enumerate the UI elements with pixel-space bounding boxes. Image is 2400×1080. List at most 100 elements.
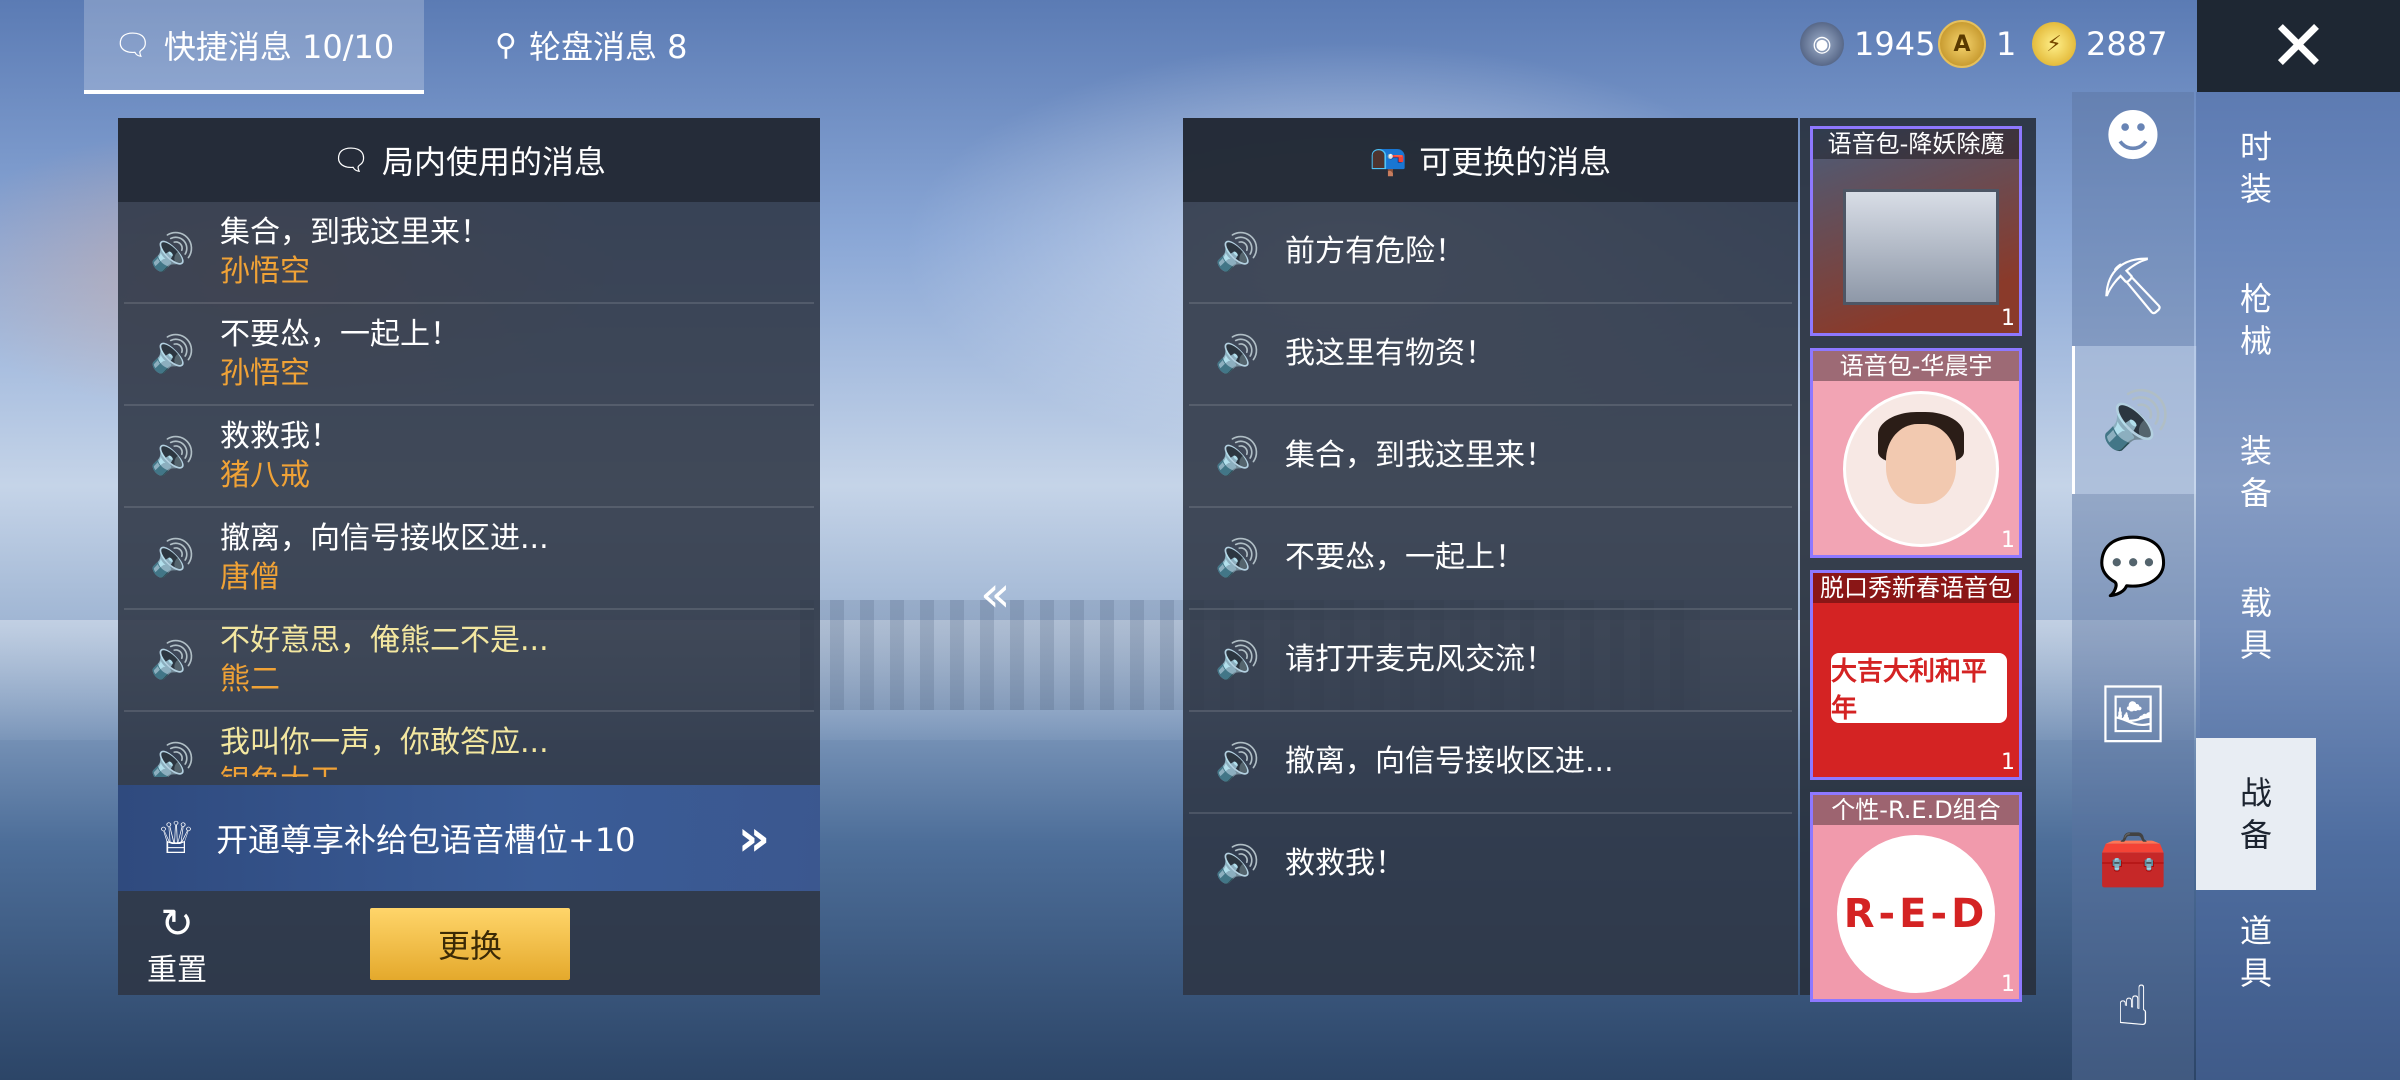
gold-coin-icon: ⚡ <box>2032 22 2076 66</box>
reset-button[interactable]: ↻ 重置 <box>142 903 212 989</box>
voice-slot-promo-banner[interactable]: ♕ 开通尊享补给包语音槽位+10 » <box>118 785 820 891</box>
list-item[interactable]: 🔊 不好意思，俺熊二不是... 熊二 <box>124 610 814 712</box>
list-item[interactable]: 🔊 前方有危险！ <box>1189 202 1792 304</box>
spray-can-icon[interactable]: 🧰 <box>2072 786 2194 934</box>
list-item[interactable]: 🔊 救救我！ <box>1189 814 1792 914</box>
voice-pack-card[interactable]: R-E-D 个性-R.E.D组合 1 <box>1810 792 2022 1002</box>
list-item[interactable]: 🔊 救救我！ 猪八戒 <box>124 406 814 508</box>
message-text: 我这里有物资！ <box>1285 336 1495 371</box>
currency-silver: ◉ 1945 <box>1800 18 1935 70</box>
list-item[interactable]: 🔊 撤离，向信号接收区进... <box>1189 712 1792 814</box>
message-source: 孙悟空 <box>220 356 310 391</box>
speaker-icon[interactable]: 🔊 <box>150 639 220 681</box>
location-pin-icon: ⚲ <box>495 27 517 63</box>
tab-quick-messages[interactable]: 🗨 快捷消息 10/10 <box>84 0 424 94</box>
sidebar-item-items[interactable]: 道具 <box>2196 876 2316 1028</box>
message-text: 撤离，向信号接收区进... <box>1285 744 1614 779</box>
message-source: 孙悟空 <box>220 254 310 289</box>
top-bar: 🗨 快捷消息 10/10 ⚲ 轮盘消息 8 ◉ 1945 A 1 ⚡ 2887 <box>0 0 2195 94</box>
message-text: 救救我！ <box>220 419 340 454</box>
pack-title: 语音包-降妖除魔 <box>1813 129 2019 159</box>
pack-count: 1 <box>2001 306 2015 331</box>
panel-title: 局内使用的消息 <box>382 143 607 181</box>
voice-pack-card[interactable]: 语音包-华晨宇 1 <box>1810 348 2022 558</box>
list-item[interactable]: 🔊 不要怂，一起上！ <box>1189 508 1792 610</box>
list-item[interactable]: 🔊 我这里有物资！ <box>1189 304 1792 406</box>
silver-coin-icon: ◉ <box>1800 22 1844 66</box>
voice-pack-card[interactable]: 语音包-降妖除魔 1 <box>1810 126 2022 336</box>
list-item[interactable]: 🔊 撤离，向信号接收区进... 唐僧 <box>124 508 814 610</box>
message-source: 唐僧 <box>220 560 280 595</box>
tab-label: 轮盘消息 8 <box>528 28 688 66</box>
emote-face-icon[interactable]: ☻ <box>2072 62 2194 210</box>
message-text: 前方有危险！ <box>1285 234 1465 269</box>
speaker-icon[interactable]: 🔊 <box>150 333 220 375</box>
sidebar-item-vehicles[interactable]: 载具 <box>2196 548 2316 700</box>
tap-gesture-icon[interactable]: ☝ <box>2072 932 2194 1080</box>
helmet-icon[interactable]: ⛏ <box>2072 212 2194 360</box>
reset-label: 重置 <box>147 953 207 988</box>
crown-icon: ♕ <box>156 812 196 864</box>
new-year-logo: 大吉大利和平年 <box>1831 653 2007 724</box>
list-item[interactable]: 🔊 不要怂，一起上！ 孙悟空 <box>124 304 814 406</box>
replaceable-messages-panel: 📭 可更换的消息 🔊 前方有危险！ 🔊 我这里有物资！ 🔊 集合，到我这里来！ … <box>1183 118 1798 995</box>
message-source: 银角大王 <box>220 763 549 777</box>
message-text: 不要怂，一起上！ <box>220 317 460 352</box>
swap-label: 更换 <box>437 927 502 965</box>
panel-title: 可更换的消息 <box>1419 143 1612 181</box>
red-group-logo: R-E-D <box>1837 835 1995 993</box>
speaker-icon[interactable]: 🔊 <box>1215 435 1285 477</box>
promo-text: 开通尊享补给包语音槽位+10 <box>216 821 636 859</box>
speaker-icon[interactable]: 🔊 <box>1215 639 1285 681</box>
message-stack-icon: 📭 <box>1369 142 1408 178</box>
speaker-icon[interactable]: 🔊 <box>1215 843 1285 885</box>
speaker-icon[interactable]: 🔊 <box>150 231 220 273</box>
message-text: 我叫你一声，你敢答应... <box>220 725 549 760</box>
speaker-icon[interactable]: 🔊 <box>1215 333 1285 375</box>
chat-face-icon[interactable]: 💬 <box>2072 492 2194 640</box>
message-source: 熊二 <box>220 662 280 697</box>
message-text: 集合，到我这里来！ <box>220 215 490 250</box>
close-icon: ✕ <box>2269 5 2328 87</box>
in-game-messages-panel: 🗨 局内使用的消息 🔊 集合，到我这里来！ 孙悟空 🔊 不要怂，一起上！ 孙悟空… <box>118 118 820 995</box>
message-text: 不要怂，一起上！ <box>1285 540 1525 575</box>
voice-pack-card[interactable]: 大吉大利和平年 脱口秀新春语音包 1 <box>1810 570 2022 780</box>
sidebar-item-readiness[interactable]: 战备 <box>2196 738 2316 890</box>
message-text: 集合，到我这里来！ <box>1285 438 1555 473</box>
chat-bubble-icon: 🗨 <box>331 142 371 178</box>
speaker-icon[interactable]: 🔊 <box>150 741 220 777</box>
sidebar-item-weapons[interactable]: 枪械 <box>2196 244 2316 396</box>
sidebar-item-equipment[interactable]: 装备 <box>2196 396 2316 548</box>
message-text: 请打开麦克风交流！ <box>1285 642 1555 677</box>
speaker-icon[interactable]: 🔊 <box>1215 537 1285 579</box>
tab-wheel-messages[interactable]: ⚲ 轮盘消息 8 <box>495 0 688 90</box>
double-chevron-right-icon: » <box>737 809 770 867</box>
category-sidebar: 时装 枪械 装备 载具 战备 道具 <box>2196 92 2400 1080</box>
list-item[interactable]: 🔊 请打开麦克风交流！ <box>1189 610 1792 712</box>
gallery-icon[interactable]: 🖼 <box>2072 640 2194 788</box>
supply-case-image <box>1843 189 1999 305</box>
pack-title: 个性-R.E.D组合 <box>1813 795 2019 825</box>
list-item[interactable]: 🔊 集合，到我这里来！ 孙悟空 <box>124 202 814 304</box>
swap-button[interactable]: 更换 <box>370 908 570 980</box>
voice-pack-list: 语音包-降妖除魔 1 语音包-华晨宇 1 大吉大利和平年 脱口秀新春语音包 1 … <box>1800 118 2036 1002</box>
pack-count: 1 <box>2001 750 2015 775</box>
speaker-icon[interactable]: 🔊 <box>1215 231 1285 273</box>
pack-title: 脱口秀新春语音包 <box>1813 573 2019 603</box>
currency-value: 2887 <box>2086 25 2168 63</box>
message-text: 撤离，向信号接收区进... <box>220 521 549 556</box>
double-chevron-left-icon[interactable]: « <box>980 565 1011 623</box>
speaker-icon[interactable]: 🔊 <box>1215 741 1285 783</box>
list-item[interactable]: 🔊 集合，到我这里来！ <box>1189 406 1792 508</box>
portrait-image <box>1843 391 1999 547</box>
gold-medal-icon: A <box>1938 20 1986 68</box>
voice-speaker-icon[interactable]: 🔊 <box>2072 346 2197 494</box>
chat-bubble-icon: 🗨 <box>113 27 152 63</box>
message-list[interactable]: 🔊 集合，到我这里来！ 孙悟空 🔊 不要怂，一起上！ 孙悟空 🔊 救救我！ 猪八… <box>118 202 820 777</box>
sidebar-item-fashion[interactable]: 时装 <box>2196 92 2316 244</box>
speaker-icon[interactable]: 🔊 <box>150 537 220 579</box>
message-list[interactable]: 🔊 前方有危险！ 🔊 我这里有物资！ 🔊 集合，到我这里来！ 🔊 不要怂，一起上… <box>1183 202 1798 914</box>
speaker-icon[interactable]: 🔊 <box>150 435 220 477</box>
close-button[interactable]: ✕ <box>2197 0 2400 92</box>
list-item[interactable]: 🔊 我叫你一声，你敢答应... 银角大王 <box>124 712 814 777</box>
